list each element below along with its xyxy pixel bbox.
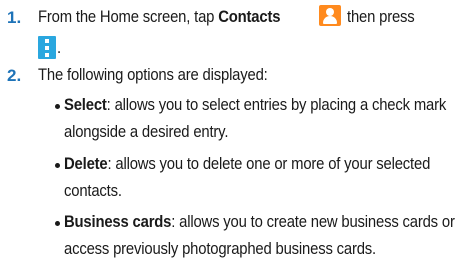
step-1-text-after: then press bbox=[347, 8, 415, 26]
step-1-text-before: From the Home screen, tap bbox=[38, 8, 219, 26]
option-select-line2: alongside a desired entry. bbox=[64, 123, 229, 141]
option-business-cards-line2: access previously photographed business … bbox=[64, 240, 377, 258]
option-delete-term: Delete bbox=[64, 155, 108, 173]
bullet-select bbox=[55, 104, 60, 109]
option-delete-line2: contacts. bbox=[64, 182, 122, 200]
menu-icon bbox=[38, 36, 56, 59]
contacts-icon bbox=[319, 5, 341, 26]
option-business-cards-desc: : allows you to create new business card… bbox=[171, 213, 455, 231]
option-business-cards-line1: Business cards: allows you to create new… bbox=[64, 213, 455, 232]
step-1-contacts-label: Contacts bbox=[218, 8, 281, 26]
option-select-desc: : allows you to select entries by placin… bbox=[106, 96, 447, 114]
option-select-line1: Select: allows you to select entries by … bbox=[64, 96, 446, 115]
bullet-delete bbox=[55, 163, 60, 168]
step-2-text: The following options are displayed: bbox=[38, 66, 268, 84]
bullet-business-cards bbox=[55, 221, 60, 226]
step-1-number: 1. bbox=[7, 8, 22, 27]
option-select-term: Select bbox=[64, 96, 107, 114]
step-1-text: From the Home screen, tap Contacts bbox=[38, 8, 280, 27]
option-delete-desc: : allows you to delete one or more of yo… bbox=[107, 155, 431, 173]
step-1-period: . bbox=[57, 39, 61, 57]
option-delete-line1: Delete: allows you to delete one or more… bbox=[64, 155, 430, 174]
option-business-cards-term: Business cards bbox=[64, 213, 172, 231]
step-2-number: 2. bbox=[7, 66, 22, 85]
